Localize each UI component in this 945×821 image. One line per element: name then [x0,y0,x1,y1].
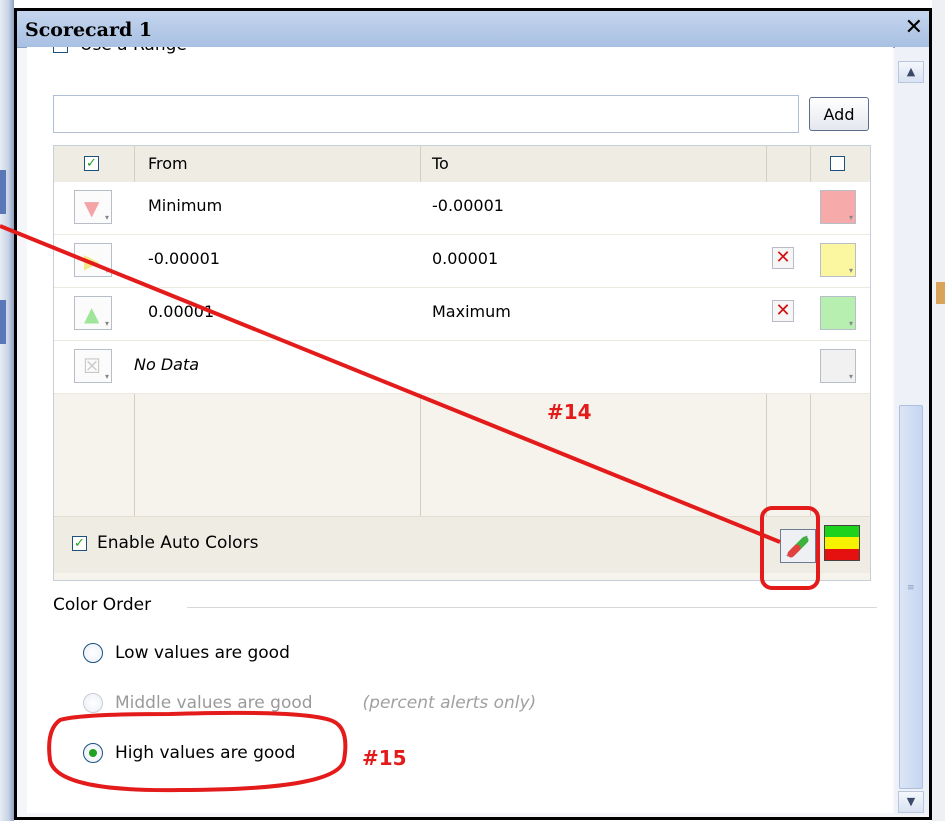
low-values-label: Low values are good [115,643,290,663]
to-value[interactable]: Maximum [432,302,511,321]
auto-color-pencil-button[interactable] [780,529,816,563]
range-input[interactable] [53,95,799,133]
no-data-label: No Data [134,355,200,374]
title-bar: Scorecard 1 ✕ [17,11,929,48]
auto-colors-bar: ✓ Enable Auto Colors [54,516,870,573]
dropdown-icon: ▾ [104,319,109,328]
grip-icon: ≡ [907,583,915,593]
middle-values-option: Middle values are good (percent alerts o… [83,693,536,713]
use-range-label: Use a Range [80,47,187,55]
background-marker [0,300,6,344]
dropdown-icon: ▾ [104,213,109,222]
no-data-icon[interactable]: ☒ ▾ [74,349,112,383]
dropdown-icon: ▾ [848,372,853,381]
percent-alerts-note: (percent alerts only) [362,693,537,713]
scrollbar-thumb[interactable]: ≡ [899,405,923,789]
dropdown-icon: ▾ [104,266,109,275]
select-all-checkbox[interactable]: ✓ [84,156,99,171]
red-down-arrow-icon[interactable]: ▼ ▾ [74,190,112,224]
vertical-scrollbar[interactable]: ▲ ≡ ▼ [895,47,929,815]
panel-title: Scorecard 1 [25,19,153,41]
annotation-label-15: #15 [362,746,407,770]
from-value[interactable]: 0.00001 [148,302,214,321]
color-order-divider [187,607,877,608]
column-header-to: To [432,154,449,173]
yellow-right-arrow-icon[interactable]: ▶ ▾ [74,243,112,277]
middle-values-radio [83,693,103,713]
dropdown-icon: ▾ [848,213,853,222]
low-values-option[interactable]: Low values are good [83,643,290,663]
middle-values-label: Middle values are good [115,693,313,713]
use-range-checkbox[interactable] [53,47,68,53]
enable-auto-colors-option[interactable]: ✓ Enable Auto Colors [72,533,258,553]
red-band [825,548,859,560]
grid-header: ✓ From To [54,146,870,183]
background-right [932,0,945,821]
dropdown-icon: ▾ [848,319,853,328]
close-icon[interactable]: ✕ [905,15,923,40]
color-swatch[interactable]: ▾ [820,349,856,383]
color-scheme-button[interactable] [824,525,860,561]
empty-box-icon: ☒ [83,354,101,378]
column-header-from: From [148,154,188,173]
delete-row-icon[interactable]: ✕ [772,247,794,269]
arrow-down-icon: ▼ [84,196,100,220]
low-values-radio[interactable] [83,643,103,663]
scroll-up-icon[interactable]: ▲ [898,61,924,83]
high-values-label: High values are good [115,743,296,763]
yellow-band [825,537,859,549]
enable-auto-colors-label: Enable Auto Colors [97,533,259,553]
table-row: ▶ ▾ -0.00001 0.00001 ✕ ▾ [54,235,870,288]
table-row: ▲ ▾ 0.00001 Maximum ✕ ▾ [54,288,870,341]
annotation-label-14: #14 [547,400,592,424]
from-value[interactable]: -0.00001 [148,249,220,268]
to-value[interactable]: -0.00001 [432,196,504,215]
color-order-heading: Color Order [53,595,152,615]
add-button[interactable]: Add [809,97,869,131]
background-left [0,0,14,821]
arrow-right-icon: ▶ [84,249,100,273]
background-marker [0,170,6,214]
from-value[interactable]: Minimum [148,196,222,215]
table-row: ▼ ▾ Minimum -0.00001 ▾ [54,182,870,235]
dropdown-icon: ▾ [104,372,109,381]
enable-auto-colors-checkbox[interactable]: ✓ [72,535,87,551]
dropdown-icon: ▾ [848,266,853,275]
delete-row-icon[interactable]: ✕ [772,300,794,322]
high-values-radio[interactable] [83,743,103,763]
use-range-option[interactable]: Use a Range [53,47,187,55]
pencil-icon [786,535,809,558]
table-row: ☒ ▾ No Data ▾ [54,341,870,394]
color-swatch[interactable]: ▾ [820,190,856,224]
scorecard-panel: Scorecard 1 ✕ Use a Range Add ✓ From To … [14,8,932,820]
threshold-grid: ✓ From To ▼ ▾ Minimum -0.00001 ▾ ▶ ▾ -0.… [53,145,871,581]
color-swatch[interactable]: ▾ [820,243,856,277]
to-value[interactable]: 0.00001 [432,249,498,268]
color-swatch[interactable]: ▾ [820,296,856,330]
color-column-checkbox[interactable] [830,156,845,171]
green-band [825,526,859,538]
scroll-down-icon[interactable]: ▼ [898,791,924,813]
green-up-arrow-icon[interactable]: ▲ ▾ [74,296,112,330]
panel-content: Use a Range Add ✓ From To ▼ ▾ Minimum [27,47,893,813]
high-values-option[interactable]: High values are good [83,743,295,763]
background-marker [936,282,945,304]
arrow-up-icon: ▲ [84,302,100,326]
